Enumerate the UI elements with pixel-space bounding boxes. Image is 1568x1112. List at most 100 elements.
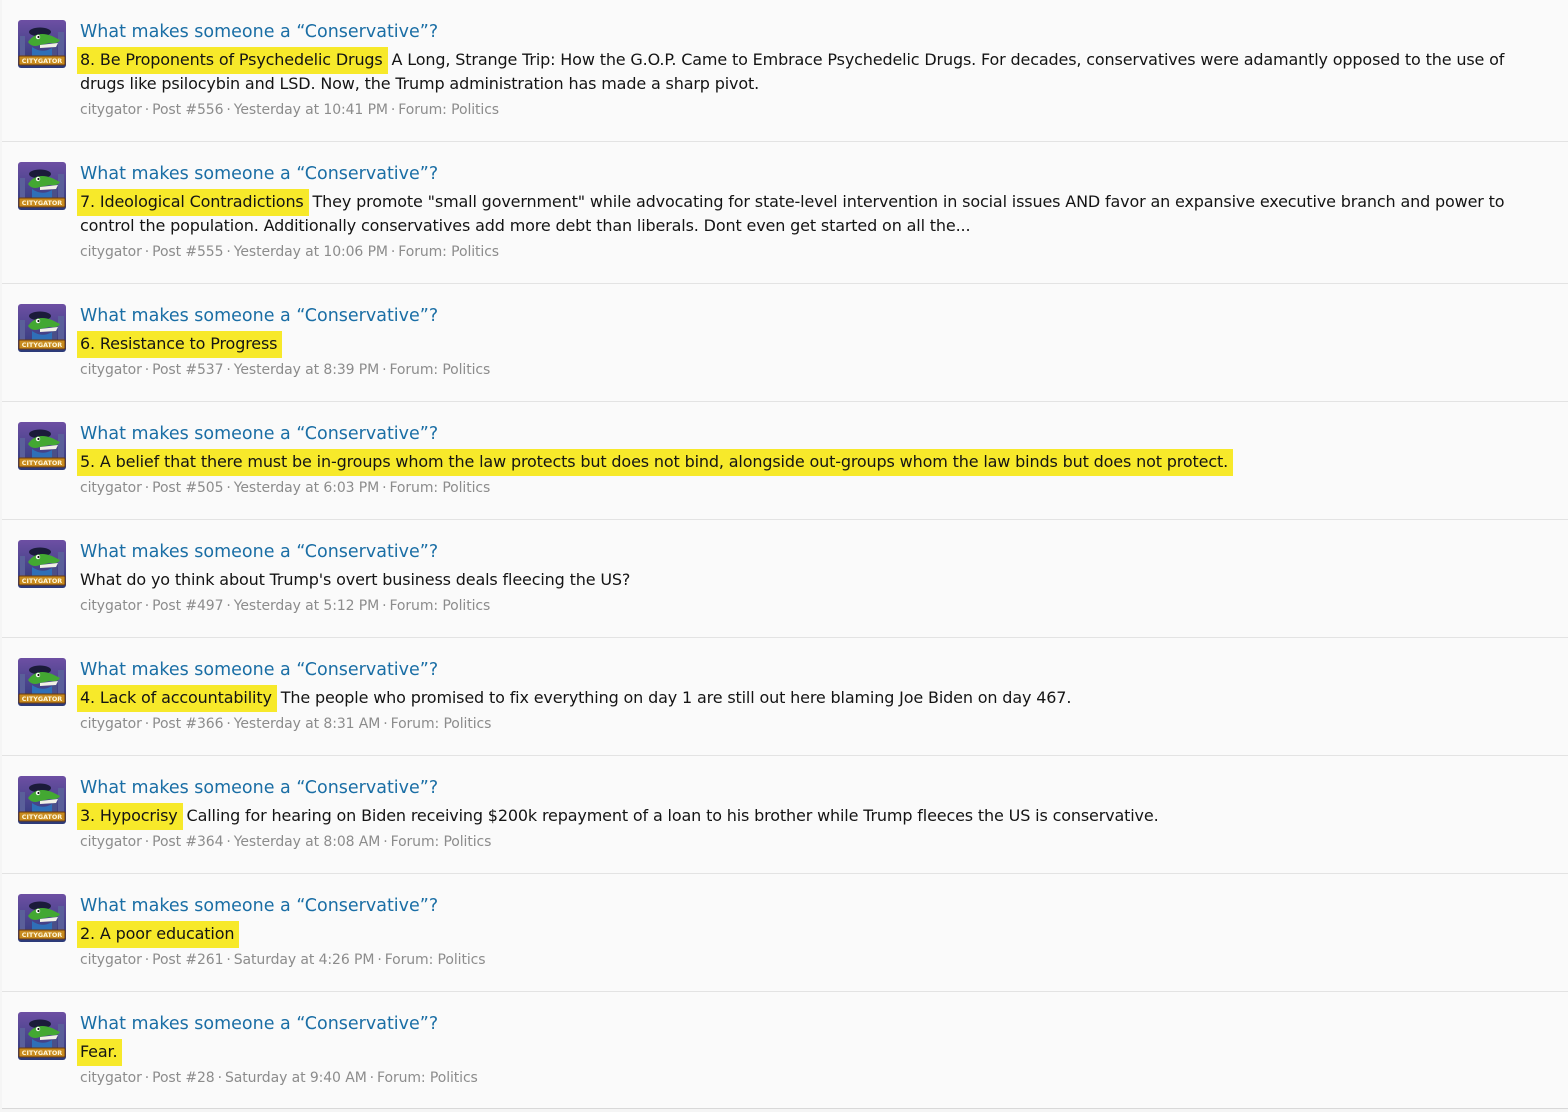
alligator-avatar-icon: CITYGATOR bbox=[18, 20, 66, 68]
post-time: Yesterday at 8:39 PM bbox=[233, 362, 380, 378]
meta-separator: · bbox=[144, 598, 150, 614]
snippet-text: The people who promised to fix everythin… bbox=[275, 688, 1072, 707]
result-snippet: What do yo think about Trump's overt bus… bbox=[80, 568, 1520, 592]
result-title-link[interactable]: What makes someone a “Conservative”? bbox=[80, 776, 438, 800]
avatar-label: CITYGATOR bbox=[22, 459, 63, 467]
result-meta: citygator · Post #497 · Yesterday at 5:12 PM… bbox=[80, 596, 490, 616]
result-item: CITYGATOR What makes someone a “Conserva… bbox=[2, 638, 1568, 756]
avatar[interactable]: CITYGATOR bbox=[18, 776, 66, 824]
highlighted-text: 3. Hypocrisy bbox=[78, 803, 182, 828]
avatar[interactable]: CITYGATOR bbox=[18, 894, 66, 942]
meta-separator: · bbox=[226, 598, 231, 614]
meta-separator: · bbox=[144, 480, 150, 496]
result-title-link[interactable]: What makes someone a “Conservative”? bbox=[80, 540, 438, 564]
forum-link[interactable]: Forum: Politics bbox=[391, 834, 492, 850]
avatar-label: CITYGATOR bbox=[22, 931, 63, 939]
author-link[interactable]: citygator bbox=[80, 834, 142, 850]
post-number-link[interactable]: Post #537 bbox=[152, 362, 223, 378]
forum-link[interactable]: Forum: Politics bbox=[377, 1070, 478, 1086]
author-link[interactable]: citygator bbox=[80, 952, 142, 968]
result-title-link[interactable]: What makes someone a “Conservative”? bbox=[80, 304, 438, 328]
meta-separator: · bbox=[144, 244, 150, 260]
avatar[interactable]: CITYGATOR bbox=[18, 1012, 66, 1060]
meta-separator: · bbox=[144, 362, 150, 378]
meta-separator: · bbox=[390, 244, 396, 260]
avatar[interactable]: CITYGATOR bbox=[18, 540, 66, 588]
avatar-label: CITYGATOR bbox=[22, 577, 63, 585]
alligator-avatar-icon: CITYGATOR bbox=[18, 422, 66, 470]
post-time: Saturday at 9:40 AM bbox=[224, 1070, 367, 1086]
post-time: Yesterday at 10:41 PM bbox=[233, 102, 388, 118]
highlighted-text: 4. Lack of accountability bbox=[78, 685, 276, 710]
result-title-link[interactable]: What makes someone a “Conservative”? bbox=[80, 20, 438, 44]
alligator-avatar-icon: CITYGATOR bbox=[18, 304, 66, 352]
post-number-link[interactable]: Post #364 bbox=[152, 834, 223, 850]
meta-separator: · bbox=[144, 102, 150, 118]
highlighted-text: 5. A belief that there must be in-groups… bbox=[78, 449, 1233, 474]
forum-link[interactable]: Forum: Politics bbox=[391, 716, 492, 732]
forum-link[interactable]: Forum: Politics bbox=[398, 244, 499, 260]
author-link[interactable]: citygator bbox=[80, 244, 142, 260]
meta-separator: · bbox=[382, 598, 387, 614]
avatar[interactable]: CITYGATOR bbox=[18, 20, 66, 68]
forum-link[interactable]: Forum: Politics bbox=[389, 362, 490, 378]
post-time: Yesterday at 5:12 PM bbox=[233, 598, 380, 614]
avatar-label: CITYGATOR bbox=[22, 813, 63, 821]
highlighted-text: 6. Resistance to Progress bbox=[78, 331, 282, 356]
meta-separator: · bbox=[217, 1070, 222, 1086]
meta-separator: · bbox=[383, 716, 388, 732]
author-link[interactable]: citygator bbox=[80, 716, 142, 732]
meta-separator: · bbox=[382, 480, 387, 496]
meta-separator: · bbox=[144, 952, 150, 968]
post-number-link[interactable]: Post #556 bbox=[152, 102, 223, 118]
forum-link[interactable]: Forum: Politics bbox=[389, 598, 490, 614]
post-time: Yesterday at 10:06 PM bbox=[233, 244, 388, 260]
post-number-link[interactable]: Post #505 bbox=[152, 480, 223, 496]
result-item: CITYGATOR What makes someone a “Conserva… bbox=[2, 756, 1568, 874]
avatar[interactable]: CITYGATOR bbox=[18, 658, 66, 706]
alligator-avatar-icon: CITYGATOR bbox=[18, 1012, 66, 1060]
author-link[interactable]: citygator bbox=[80, 102, 142, 118]
forum-link[interactable]: Forum: Politics bbox=[398, 102, 499, 118]
author-link[interactable]: citygator bbox=[80, 598, 142, 614]
alligator-avatar-icon: CITYGATOR bbox=[18, 540, 66, 588]
avatar[interactable]: CITYGATOR bbox=[18, 162, 66, 210]
post-number-link[interactable]: Post #28 bbox=[152, 1070, 215, 1086]
meta-separator: · bbox=[144, 1070, 150, 1086]
post-number-link[interactable]: Post #261 bbox=[152, 952, 223, 968]
result-snippet: 7. Ideological Contradictions They promo… bbox=[78, 189, 1520, 238]
result-title-link[interactable]: What makes someone a “Conservative”? bbox=[80, 1012, 438, 1036]
avatar[interactable]: CITYGATOR bbox=[18, 422, 66, 470]
result-meta: citygator · Post #556 · Yesterday at 10:41 P… bbox=[80, 100, 499, 120]
snippet-text: Calling for hearing on Biden receiving $… bbox=[181, 806, 1159, 825]
result-title-link[interactable]: What makes someone a “Conservative”? bbox=[80, 658, 438, 682]
meta-separator: · bbox=[144, 834, 150, 850]
highlighted-text: Fear. bbox=[78, 1039, 122, 1064]
author-link[interactable]: citygator bbox=[80, 1070, 142, 1086]
result-meta: citygator · Post #28 · Saturday at 9:40 AM · F… bbox=[80, 1068, 478, 1088]
avatar-label: CITYGATOR bbox=[22, 57, 63, 65]
alligator-avatar-icon: CITYGATOR bbox=[18, 894, 66, 942]
result-title-link[interactable]: What makes someone a “Conservative”? bbox=[80, 422, 438, 446]
post-number-link[interactable]: Post #366 bbox=[152, 716, 223, 732]
result-title-link[interactable]: What makes someone a “Conservative”? bbox=[80, 894, 438, 918]
result-title-link[interactable]: What makes someone a “Conservative”? bbox=[80, 162, 438, 186]
alligator-avatar-icon: CITYGATOR bbox=[18, 776, 66, 824]
post-number-link[interactable]: Post #555 bbox=[152, 244, 223, 260]
alligator-avatar-icon: CITYGATOR bbox=[18, 658, 66, 706]
meta-separator: · bbox=[226, 834, 231, 850]
meta-separator: · bbox=[226, 480, 231, 496]
post-time: Yesterday at 8:31 AM bbox=[233, 716, 381, 732]
avatar[interactable]: CITYGATOR bbox=[18, 304, 66, 352]
result-meta: citygator · Post #261 · Saturday at 4:26 PM ·… bbox=[80, 950, 486, 970]
result-snippet: 6. Resistance to Progress bbox=[78, 331, 1520, 356]
result-item: CITYGATOR What makes someone a “Conserva… bbox=[2, 0, 1568, 142]
author-link[interactable]: citygator bbox=[80, 362, 142, 378]
post-number-link[interactable]: Post #497 bbox=[152, 598, 223, 614]
forum-link[interactable]: Forum: Politics bbox=[389, 480, 490, 496]
result-snippet: 2. A poor education bbox=[78, 921, 1520, 946]
forum-link[interactable]: Forum: Politics bbox=[385, 952, 486, 968]
result-snippet: 8. Be Proponents of Psychedelic Drugs A … bbox=[78, 47, 1520, 96]
author-link[interactable]: citygator bbox=[80, 480, 142, 496]
highlighted-text: 8. Be Proponents of Psychedelic Drugs bbox=[78, 47, 387, 72]
